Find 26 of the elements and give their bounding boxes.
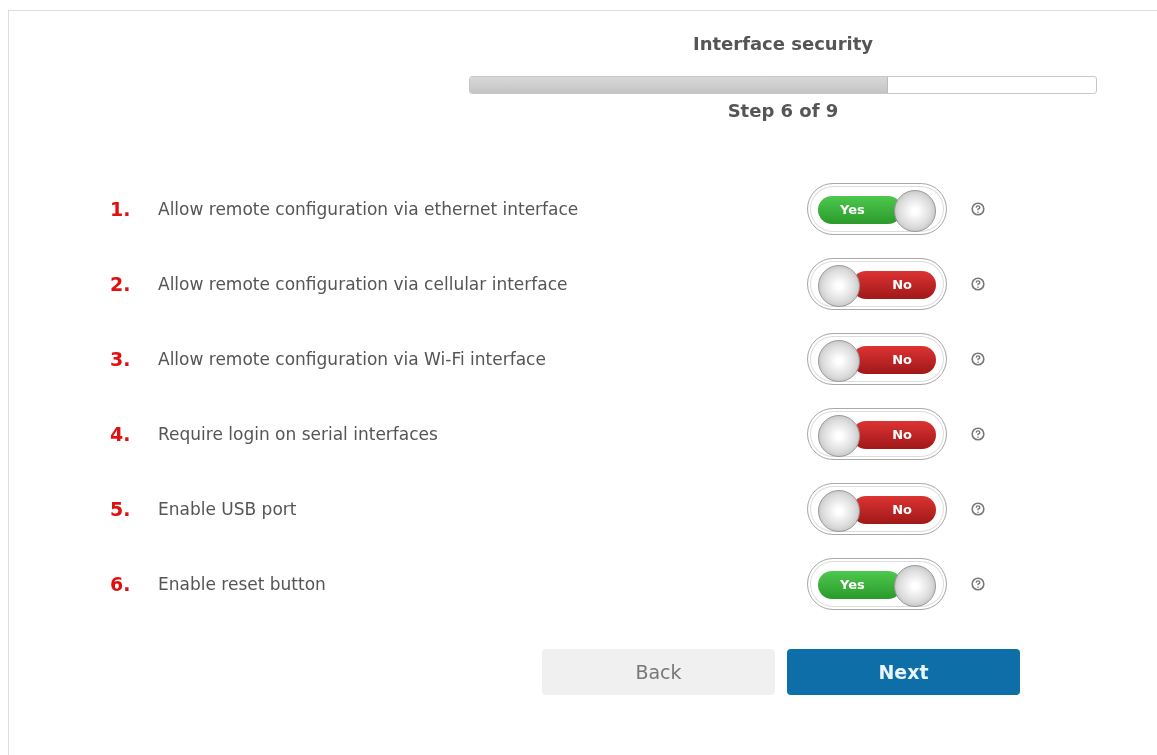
help-icon[interactable] xyxy=(971,276,985,291)
help-icon[interactable] xyxy=(971,576,985,591)
toggle-switch[interactable]: No xyxy=(807,332,947,385)
step-counter: Step 6 of 9 xyxy=(727,100,839,121)
back-button[interactable]: Back xyxy=(542,649,775,695)
toggle-switch[interactable]: No xyxy=(807,482,947,535)
next-button[interactable]: Next xyxy=(787,649,1020,695)
help-icon[interactable] xyxy=(971,426,985,441)
wizard-title: Interface security xyxy=(692,33,874,54)
item-number: 1. xyxy=(110,197,132,220)
toggle-switch[interactable]: No xyxy=(807,257,947,310)
setting-label: Enable USB port xyxy=(158,498,298,519)
setting-label: Allow remote configuration via Wi-Fi interface xyxy=(158,348,547,369)
item-number: 5. xyxy=(110,497,132,520)
setting-label: Require login on serial interfaces xyxy=(158,423,439,444)
item-number: 4. xyxy=(110,422,132,445)
toggle-switch[interactable]: No xyxy=(807,407,947,460)
help-icon[interactable] xyxy=(971,201,985,216)
item-number: 3. xyxy=(110,347,132,370)
setting-label: Allow remote configuration via cellular interface xyxy=(158,273,569,294)
help-icon[interactable] xyxy=(971,501,985,516)
setting-label: Allow remote configuration via ethernet interface xyxy=(158,198,580,219)
item-number: 2. xyxy=(110,272,132,295)
help-icon[interactable] xyxy=(971,351,985,366)
item-number: 6. xyxy=(110,572,132,595)
setting-label: Enable reset button xyxy=(158,573,327,594)
